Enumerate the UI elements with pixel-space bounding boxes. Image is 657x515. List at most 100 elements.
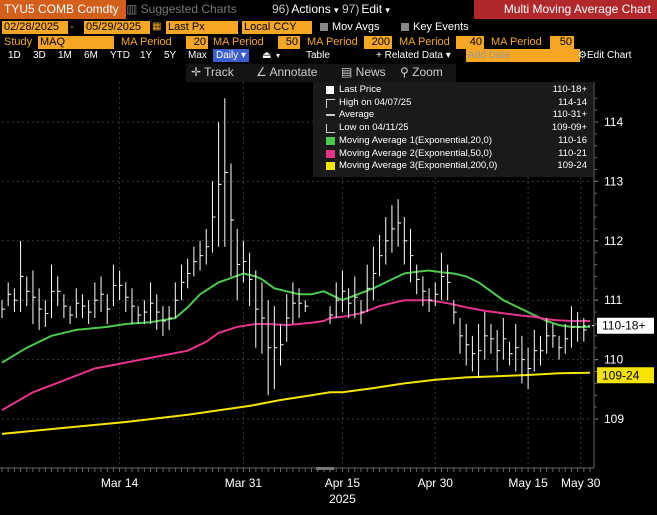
chevron-down-icon: ▾ (238, 50, 247, 61)
suggested-charts-label: Suggested Charts (140, 2, 237, 16)
x-tick-label: May 15 (508, 476, 548, 490)
chevron-down-icon: ▾ (443, 50, 451, 61)
ma-period-3-label: MA Period (307, 36, 358, 48)
zoom-tool[interactable]: ⚲ Zoom (400, 64, 443, 81)
track-tool[interactable]: ✛ Track (191, 64, 234, 81)
actions-menu[interactable]: 96) Actions ▾ (272, 0, 339, 20)
y-tick-label: 113 (604, 174, 623, 188)
average-marker-icon (326, 111, 335, 119)
actions-label: Actions (291, 2, 331, 16)
edit-menu[interactable]: 97) Edit ▾ (342, 0, 390, 20)
legend-value: 110-16 (558, 134, 587, 146)
green-square-icon (326, 136, 335, 145)
edit-label: Edit (361, 2, 383, 16)
x-tick-label: Mar 31 (225, 476, 263, 490)
date-separator: - (70, 21, 74, 33)
ma-period-2-label: MA Period (213, 36, 264, 48)
key-events-label: Key Events (413, 21, 469, 33)
pencil-icon: ∠ (256, 65, 270, 79)
actions-number: 96) (272, 2, 290, 16)
ma-period-1-input[interactable]: 20 (186, 36, 208, 49)
study-label: Study (4, 36, 33, 48)
legend-row[interactable]: Moving Average 3(Exponential,200,0) 109-2… (313, 160, 593, 172)
news-icon: ▤ (341, 65, 356, 79)
legend-label: Low on 04/11/25 (339, 122, 409, 134)
end-date-field[interactable]: 05/29/2025 (84, 21, 150, 34)
add-data-input[interactable]: Add Data (466, 49, 580, 62)
low-marker-icon (326, 124, 335, 134)
legend-label: Last Price (339, 84, 382, 95)
legend-row[interactable]: Last Price 110-18+ (313, 84, 593, 96)
white-square-icon (326, 86, 335, 94)
range-max[interactable]: Max (188, 49, 207, 62)
ma-period-2-input[interactable]: 50 (278, 36, 300, 49)
legend-row[interactable]: Low on 04/11/25 109-09+ (313, 122, 593, 134)
range-6m[interactable]: 6M (84, 49, 98, 62)
range-1m[interactable]: 1M (58, 49, 72, 62)
edit-number: 97) (342, 2, 360, 16)
chart-legend: Last Price 110-18+ High on 04/07/25 114-14 A… (313, 82, 593, 177)
legend-value: 109-24 (557, 160, 587, 172)
plus-icon: + (376, 50, 385, 61)
last-price-tag-label: 110-18+ (602, 319, 645, 333)
frequency-label: Daily (216, 50, 239, 61)
chart-type-icon[interactable]: ⏏ (262, 49, 271, 62)
add-data-placeholder: Add Data (468, 50, 510, 61)
legend-row[interactable]: Moving Average 2(Exponential,50,0) 110-21 (313, 148, 593, 160)
y-tick-label: 112 (604, 234, 623, 248)
legend-row[interactable]: High on 04/07/25 114-14 (313, 97, 593, 109)
x-tick-label: Apr 30 (418, 476, 454, 490)
edit-chart-button[interactable]: ⚙Edit Chart (578, 49, 631, 62)
legend-value: 110-31+ (552, 109, 587, 121)
ticker-field[interactable]: TYU5 COMB Comdty (0, 0, 126, 19)
currency-select[interactable]: Local CCY (242, 21, 312, 34)
crosshair-icon: ✛ (191, 65, 205, 79)
related-data-button[interactable]: + Related Data ▾ (376, 49, 451, 62)
ma-period-4-input[interactable]: 40 (456, 36, 484, 49)
related-data-label: Related Data (384, 50, 443, 61)
ma-period-5-input[interactable]: 50 (550, 36, 574, 49)
annotate-tool[interactable]: ∠ Annotate (256, 64, 317, 81)
range-5y[interactable]: 5Y (164, 49, 176, 62)
magnifier-icon: ⚲ (400, 65, 413, 79)
study-select[interactable]: MAQ (38, 36, 114, 49)
table-button[interactable]: Table (306, 49, 330, 62)
chevron-down-icon: ▾ (385, 5, 390, 15)
yellow-square-icon (326, 162, 335, 171)
key-events-checkbox[interactable] (401, 23, 409, 31)
price-field-select[interactable]: Last Px (166, 21, 238, 34)
ma-period-1-label: MA Period (121, 36, 172, 48)
chart-icon: ▥ (126, 2, 141, 16)
suggested-charts-button[interactable]: ▥ Suggested Charts (126, 0, 237, 19)
mov-avgs-checkbox[interactable] (320, 23, 328, 31)
range-3d[interactable]: 3D (33, 49, 46, 62)
mov-avgs-label: Mov Avgs (332, 21, 380, 33)
moving-average-line-3 (1, 371, 591, 435)
legend-value: 109-09+ (551, 122, 587, 134)
range-1y[interactable]: 1Y (140, 49, 152, 62)
chart-title: Multi Moving Average Chart (474, 0, 657, 19)
y-tick-label: 110 (604, 353, 623, 367)
frequency-select[interactable]: Daily ▾ (213, 49, 250, 62)
chevron-down-icon[interactable]: ▾ (276, 49, 280, 62)
legend-row[interactable]: Average 110-31+ (313, 109, 593, 121)
ma-period-3-input[interactable]: 200 (364, 36, 392, 49)
gear-icon: ⚙ (578, 50, 587, 61)
legend-value: 110-18+ (552, 84, 587, 95)
legend-label: Moving Average 1(Exponential,20,0) (339, 134, 492, 146)
ma3-tag-label: 109-24 (602, 368, 640, 382)
range-ytd[interactable]: YTD (110, 49, 130, 62)
start-date-field[interactable]: 02/28/2025 (2, 21, 68, 34)
x-year-label: 2025 (329, 492, 356, 506)
chevron-down-icon: ▾ (334, 5, 339, 15)
legend-label: Average (339, 109, 375, 121)
x-tick-label: May 30 (561, 476, 601, 490)
legend-row[interactable]: Moving Average 1(Exponential,20,0) 110-16 (313, 135, 593, 147)
news-tool[interactable]: ▤ News (341, 64, 386, 81)
legend-value: 110-21 (558, 147, 587, 159)
track-label: Track (204, 65, 234, 79)
range-1d[interactable]: 1D (8, 49, 21, 62)
calendar-icon[interactable]: ▦ (152, 20, 161, 33)
legend-value: 114-14 (558, 96, 587, 108)
moving-average-line-2 (1, 299, 590, 411)
